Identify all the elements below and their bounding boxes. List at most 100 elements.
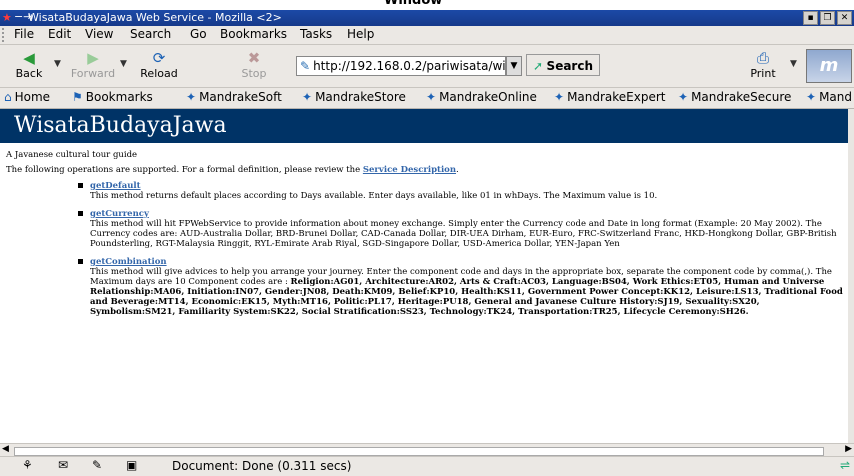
mandrake-star-icon: ✦ (678, 90, 689, 104)
operations-intro: The following operations are supported. … (6, 165, 846, 175)
back-button[interactable]: ◀ Back (6, 49, 52, 83)
page-content: WisataBudayaJawa A Javanese cultural tou… (0, 109, 848, 443)
bookmark-home[interactable]: ⌂ Home (4, 90, 50, 104)
caption-text: Window (384, 0, 443, 8)
bookmark-mandrakesoft-label: MandrakeSoft (199, 90, 282, 104)
forward-arrow-icon: ▶ (87, 49, 99, 67)
horizontal-scrollbar[interactable]: ◀ ▶ (0, 443, 854, 457)
vertical-scrollbar[interactable] (848, 109, 854, 443)
bookmark-mandrakestore-label: MandrakeStore (315, 90, 406, 104)
search-button[interactable]: ➚ Search (526, 54, 600, 76)
search-icon: ➚ (533, 59, 544, 73)
menu-search[interactable]: Search (130, 27, 171, 41)
navigation-toolbar: ◀ Back ▼ ▶ Forward ▼ ⟳ Reload ✖ Stop ✎ ht… (0, 45, 854, 88)
operation-link-getdefault[interactable]: getDefault (90, 181, 846, 191)
back-label: Back (15, 67, 43, 80)
composer-icon[interactable]: ✎ (92, 458, 102, 472)
operation-link-getcurrency[interactable]: getCurrency (90, 209, 846, 219)
forward-label: Forward (70, 67, 116, 80)
service-description-link[interactable]: Service Description (363, 165, 456, 175)
mozilla-star-icon: ★ (2, 11, 12, 24)
operation-description: This method returns default places accor… (90, 191, 658, 201)
mandrake-star-icon: ✦ (806, 90, 817, 104)
menu-bar: File Edit View Search Go Bookmarks Tasks… (0, 26, 854, 45)
ops-suffix: . (456, 165, 459, 175)
caption-strip: Window (0, 0, 854, 10)
operation-description: This method will give advices to help yo… (90, 267, 843, 317)
menu-go[interactable]: Go (190, 27, 207, 41)
bookmark-mandrakeonline-label: MandrakeOnline (439, 90, 537, 104)
mandrake-star-icon: ✦ (302, 90, 313, 104)
mandrake-star-icon: ✦ (186, 90, 197, 104)
navigator-icon[interactable]: ⚘ (22, 458, 33, 472)
window-titlebar[interactable]: ★ −⇥ WisataBudayaJawa Web Service - Mozi… (0, 10, 854, 26)
bookmark-mandrakeexpert[interactable]: ✦ MandrakeExpert (554, 90, 666, 104)
menu-file[interactable]: File (14, 27, 34, 41)
intro-text: A Javanese cultural tour guide (6, 150, 138, 160)
operations-list: getDefault This method returns default p… (6, 181, 846, 317)
forward-button[interactable]: ▶ Forward (70, 49, 116, 83)
url-field[interactable]: ✎http://192.168.0.2/pariwisata/wisatabud… (296, 56, 506, 76)
bookmark-mandrakesecure[interactable]: ✦ MandrakeSecure (678, 90, 791, 104)
bookmark-mandrakesoft[interactable]: ✦ MandrakeSoft (186, 90, 282, 104)
maximize-button[interactable]: ❐ (820, 11, 835, 25)
operation-link-getcombination[interactable]: getCombination (90, 257, 846, 267)
print-dropdown-icon[interactable]: ▼ (790, 59, 797, 69)
reload-icon: ⟳ (152, 49, 166, 67)
bookmark-mandrakeexpert-label: MandrakeExpert (567, 90, 666, 104)
bookmark-mand-truncated[interactable]: ✦ Mand (806, 90, 852, 104)
online-status-icon[interactable]: ⇌ (840, 458, 850, 472)
bookmark-home-label: Home (14, 90, 51, 104)
printer-icon: ⎙ (756, 49, 769, 67)
page-body: A Javanese cultural tour guide The follo… (6, 145, 846, 325)
menu-view[interactable]: View (85, 27, 113, 41)
page-proxy-icon: ✎ (300, 59, 311, 73)
bookmark-bookmarks[interactable]: ⚑ Bookmarks (72, 90, 153, 104)
scroll-left-icon[interactable]: ◀ (2, 444, 9, 454)
scroll-track[interactable] (14, 447, 824, 456)
reload-label: Reload (140, 67, 178, 80)
menu-edit[interactable]: Edit (48, 27, 71, 41)
page-title: WisataBudayaJawa (0, 109, 848, 143)
list-item: getCombination This method will give adv… (78, 257, 846, 317)
list-item: getCurrency This method will hit FPWebSe… (78, 209, 846, 249)
bookmark-mand-label: Mand (819, 90, 852, 104)
forward-dropdown-icon[interactable]: ▼ (120, 59, 127, 69)
list-item: getDefault This method returns default p… (78, 181, 846, 201)
minimize-button[interactable]: ▪ (803, 11, 818, 25)
stop-label: Stop (241, 67, 267, 80)
mail-icon[interactable]: ✉ (58, 458, 68, 472)
menu-bookmarks[interactable]: Bookmarks (220, 27, 287, 41)
bookmark-mandrakestore[interactable]: ✦ MandrakeStore (302, 90, 406, 104)
bookmarks-toolbar: ⌂ Home ⚑ Bookmarks ✦ MandrakeSoft ✦ Mandrake… (0, 88, 854, 109)
window-title: WisataBudayaJawa Web Service - Mozilla <… (28, 11, 282, 24)
reload-button[interactable]: ⟳ Reload (136, 49, 182, 83)
print-label: Print (750, 67, 776, 80)
ops-prefix: The following operations are supported. … (6, 165, 361, 175)
back-dropdown-icon[interactable]: ▼ (54, 59, 61, 69)
bookmarks-icon: ⚑ (72, 90, 83, 104)
search-label: Search (546, 59, 593, 73)
mandrake-star-icon: ✦ (426, 90, 437, 104)
bookmark-bookmarks-label: Bookmarks (85, 90, 153, 104)
stop-icon: ✖ (247, 49, 261, 67)
back-arrow-icon: ◀ (23, 49, 35, 67)
home-icon: ⌂ (4, 90, 12, 104)
menu-tasks[interactable]: Tasks (300, 27, 332, 41)
close-button[interactable]: ✕ (837, 11, 852, 25)
bookmark-mandrakesecure-label: MandrakeSecure (691, 90, 792, 104)
mandrake-star-icon: ✦ (554, 90, 565, 104)
bookmark-mandrakeonline[interactable]: ✦ MandrakeOnline (426, 90, 537, 104)
url-history-dropdown[interactable]: ▼ (506, 56, 522, 76)
menubar-grip[interactable] (2, 28, 10, 42)
status-bar: ⚘ ✉ ✎ ▣ Document: Done (0.311 secs) ⇌ (0, 456, 854, 476)
status-text: Document: Done (0.311 secs) (172, 459, 352, 473)
menu-help[interactable]: Help (347, 27, 374, 41)
mozilla-throbber-logo[interactable]: m (806, 49, 852, 83)
scroll-right-icon[interactable]: ▶ (845, 444, 852, 454)
address-book-icon[interactable]: ▣ (126, 458, 137, 472)
operation-description: This method will hit FPWebService to pro… (90, 219, 837, 249)
url-text: http://192.168.0.2/pariwisata/wisatabuda… (313, 59, 506, 73)
print-button[interactable]: ⎙ Print (740, 49, 786, 83)
stop-button[interactable]: ✖ Stop (236, 49, 272, 83)
